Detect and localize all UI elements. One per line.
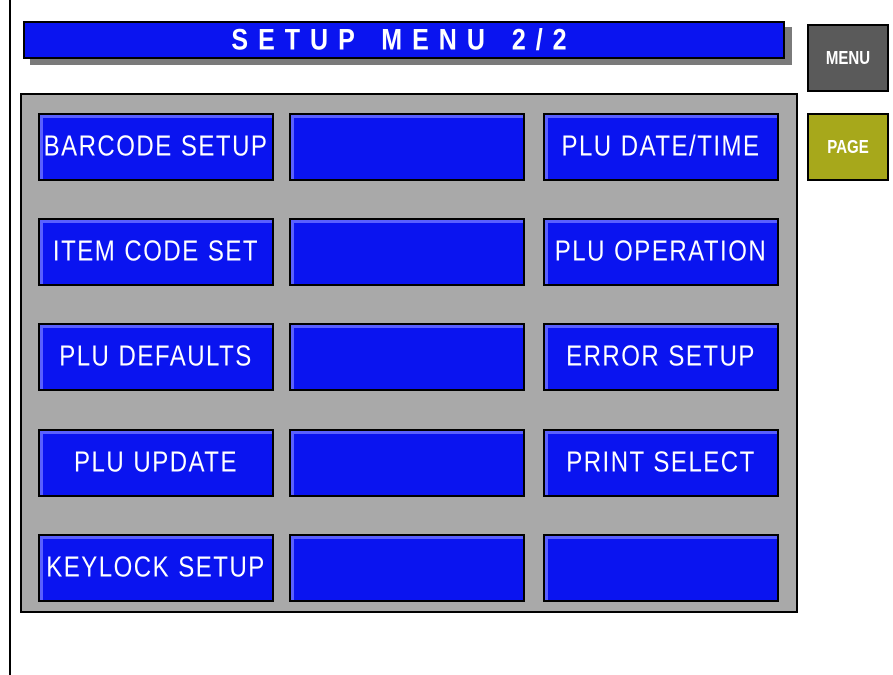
blank-key-3-5[interactable] — [543, 534, 779, 602]
plu-operation-button[interactable]: PLU OPERATION — [543, 218, 779, 286]
print-select-label: PRINT SELECT — [566, 446, 756, 479]
keylock-setup-label: KEYLOCK SETUP — [46, 551, 266, 584]
barcode-setup-button[interactable]: BARCODE SETUP — [38, 113, 274, 181]
blank-key-2-3[interactable] — [289, 323, 525, 391]
menu-button-label: MENU — [825, 47, 871, 69]
page-title: SETUP MENU 2/2 — [231, 22, 577, 56]
plu-operation-label: PLU OPERATION — [554, 235, 768, 268]
plu-update-label: PLU UPDATE — [74, 446, 238, 479]
plu-date-time-button[interactable]: PLU DATE/TIME — [543, 113, 779, 181]
print-select-button[interactable]: PRINT SELECT — [543, 429, 779, 497]
blank-key-2-5[interactable] — [289, 534, 525, 602]
menu-button[interactable]: MENU — [807, 24, 889, 92]
error-setup-button[interactable]: ERROR SETUP — [543, 323, 779, 391]
plu-date-time-label: PLU DATE/TIME — [561, 130, 761, 163]
keylock-setup-button[interactable]: KEYLOCK SETUP — [38, 534, 274, 602]
item-code-set-button[interactable]: ITEM CODE SET — [38, 218, 274, 286]
plu-defaults-button[interactable]: PLU DEFAULTS — [38, 323, 274, 391]
page-button-label: PAGE — [827, 136, 869, 158]
page-button[interactable]: PAGE — [807, 113, 889, 181]
item-code-set-label: ITEM CODE SET — [52, 235, 260, 268]
blank-key-2-2[interactable] — [289, 218, 525, 286]
setup-menu-panel: BARCODE SETUP ITEM CODE SET PLU DEFAULTS… — [20, 93, 798, 613]
plu-defaults-label: PLU DEFAULTS — [59, 340, 253, 373]
error-setup-label: ERROR SETUP — [566, 340, 756, 373]
barcode-setup-label: BARCODE SETUP — [43, 130, 269, 163]
left-border-line — [9, 0, 11, 675]
blank-key-2-1[interactable] — [289, 113, 525, 181]
title-bar: SETUP MENU 2/2 — [23, 21, 785, 59]
plu-update-button[interactable]: PLU UPDATE — [38, 429, 274, 497]
blank-key-2-4[interactable] — [289, 429, 525, 497]
